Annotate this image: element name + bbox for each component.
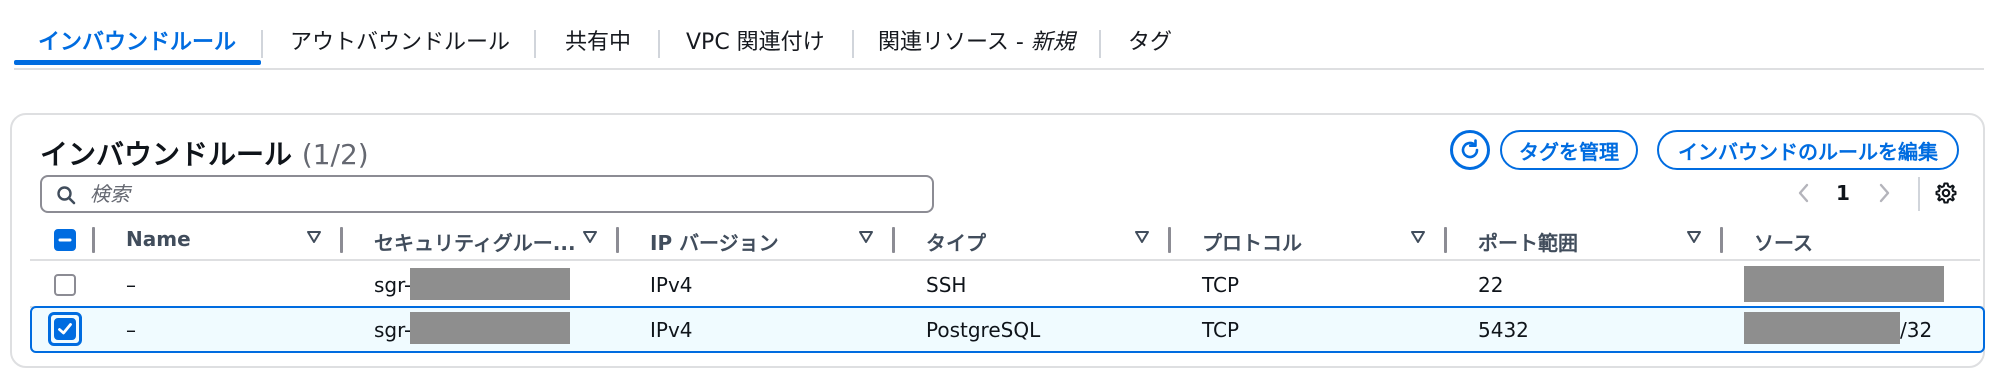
- redacted-source: [1744, 312, 1900, 344]
- tab-divider: [1099, 30, 1101, 58]
- redacted-rule-id: [410, 268, 570, 300]
- search-input[interactable]: [90, 179, 910, 209]
- tab-related-resources-label: 関連リソース -: [878, 30, 1031, 55]
- tab-new-badge: 新規: [1030, 30, 1075, 55]
- sort-icon[interactable]: [1134, 229, 1150, 245]
- column-header-source[interactable]: ソース: [1754, 227, 1813, 256]
- column-resizer[interactable]: [1168, 227, 1171, 253]
- column-header-protocol[interactable]: プロトコル: [1202, 227, 1302, 256]
- column-resizer[interactable]: [92, 227, 95, 253]
- edit-inbound-rules-button[interactable]: インバウンドのルールを編集: [1657, 130, 1959, 170]
- column-header-type[interactable]: タイプ: [926, 227, 986, 256]
- cell-port-range: 22: [1478, 273, 1504, 297]
- tab-divider: [852, 30, 854, 58]
- search-icon: [57, 186, 76, 205]
- cell-type: PostgreSQL: [926, 318, 1041, 342]
- tab-bar: インバウンドルール アウトバウンドルール 共有中 VPC 関連付け 関連リソース…: [14, 0, 1984, 70]
- indeterminate-icon: [58, 238, 72, 242]
- table-header: Name セキュリティグルー... IP バージョン タイプ プロトコル ポート…: [30, 219, 1980, 261]
- search-box: [40, 175, 934, 213]
- cell-source-cidr-suffix: /32: [1900, 318, 1933, 342]
- tab-tags[interactable]: タグ: [1128, 24, 1172, 64]
- tab-related-resources[interactable]: 関連リソース - 新規: [878, 24, 1075, 64]
- refresh-icon: [1461, 139, 1479, 159]
- cell-ip-version: IPv4: [650, 318, 693, 342]
- column-header-name[interactable]: Name: [126, 227, 191, 251]
- cell-name: –: [126, 318, 136, 342]
- column-resizer[interactable]: [340, 227, 343, 253]
- cell-port-range: 5432: [1478, 318, 1529, 342]
- table-row-selected[interactable]: – sgr-0 IPv4 PostgreSQL TCP 5432 /32: [30, 306, 1985, 353]
- inbound-rules-panel: インバウンドルール (1/2) タグを管理 インバウンドのルールを編集 1 Na…: [10, 113, 1985, 368]
- checkmark-icon: [58, 323, 72, 335]
- column-resizer[interactable]: [1720, 227, 1723, 253]
- redacted-source: [1744, 266, 1944, 302]
- cell-name: –: [126, 273, 136, 297]
- tab-inbound-rules[interactable]: インバウンドルール: [38, 24, 236, 64]
- redacted-rule-id: [410, 312, 570, 344]
- panel-title: インバウンドルール (1/2): [40, 133, 369, 173]
- previous-page-button[interactable]: [1794, 181, 1814, 205]
- cell-protocol: TCP: [1202, 273, 1240, 297]
- next-page-button[interactable]: [1874, 181, 1894, 205]
- settings-gear-icon[interactable]: [1934, 181, 1958, 205]
- sort-icon[interactable]: [1686, 229, 1702, 245]
- panel-title-text: インバウンドルール: [40, 138, 293, 171]
- cell-type: SSH: [926, 273, 967, 297]
- column-header-ip-version[interactable]: IP バージョン: [650, 227, 779, 256]
- sort-icon[interactable]: [306, 229, 322, 245]
- tab-divider: [261, 30, 263, 58]
- cell-protocol: TCP: [1202, 318, 1240, 342]
- refresh-button[interactable]: [1450, 130, 1490, 170]
- tab-outbound-rules[interactable]: アウトバウンドルール: [290, 24, 510, 64]
- row-checkbox[interactable]: [54, 274, 76, 296]
- column-resizer[interactable]: [1444, 227, 1447, 253]
- cell-ip-version: IPv4: [650, 273, 693, 297]
- select-all-checkbox[interactable]: [54, 229, 76, 251]
- sort-icon[interactable]: [858, 229, 874, 245]
- tab-sharing[interactable]: 共有中: [565, 24, 631, 64]
- column-resizer[interactable]: [616, 227, 619, 253]
- pagination-divider: [1918, 177, 1920, 211]
- current-page-number[interactable]: 1: [1836, 181, 1850, 205]
- manage-tags-button[interactable]: タグを管理: [1500, 130, 1638, 170]
- column-header-security-group-rule[interactable]: セキュリティグルー...: [374, 227, 576, 256]
- selection-count: (1/2): [301, 138, 369, 171]
- sort-icon[interactable]: [582, 229, 598, 245]
- column-resizer[interactable]: [892, 227, 895, 253]
- tab-divider: [658, 30, 660, 58]
- active-tab-indicator: [14, 60, 261, 65]
- tab-divider: [534, 30, 536, 58]
- column-header-port-range[interactable]: ポート範囲: [1478, 227, 1578, 256]
- tab-vpc-associations[interactable]: VPC 関連付け: [686, 24, 825, 64]
- table-row[interactable]: – sgr-0 IPv4 SSH TCP 22: [30, 263, 1985, 308]
- sort-icon[interactable]: [1410, 229, 1426, 245]
- row-checkbox-checked[interactable]: [54, 318, 76, 340]
